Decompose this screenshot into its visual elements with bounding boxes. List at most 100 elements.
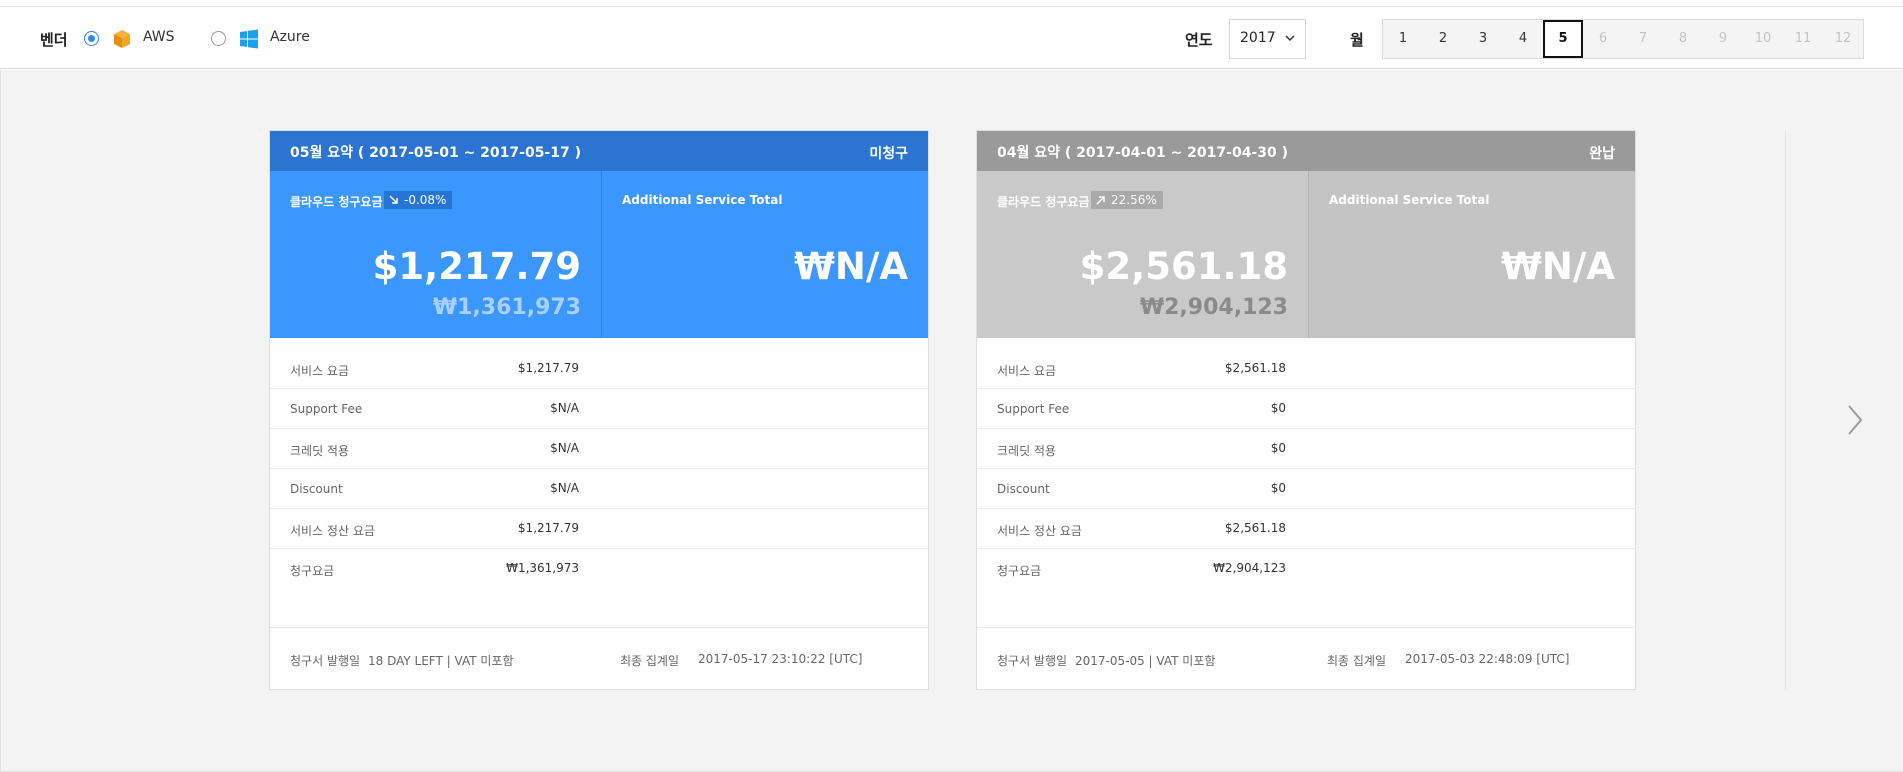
- trend-up-arrow-icon: [1096, 196, 1105, 205]
- card-footer: 청구서 발행일 2017-05-05 | VAT 미포함 최종 집계일 2017…: [977, 627, 1635, 689]
- trend-value: 22.56%: [1111, 193, 1157, 207]
- trend-value: -0.08%: [404, 193, 447, 207]
- row-label: 서비스 요금: [997, 364, 1057, 378]
- row-label: Discount: [997, 482, 1050, 496]
- row-value: $N/A: [550, 481, 579, 495]
- windows-icon: [240, 29, 258, 49]
- month-selector: 1 2 3 4 5 6 7 8 9 10 11 12: [1382, 19, 1864, 59]
- row-value: $N/A: [550, 441, 579, 455]
- list-item: 크레딧 적용 $N/A: [270, 429, 928, 469]
- row-value: $0: [1270, 481, 1286, 495]
- aws-box-icon: [114, 30, 130, 48]
- row-label: Discount: [290, 482, 343, 496]
- issue-date-value: 2017-05-05 | VAT 미포함: [1075, 654, 1216, 668]
- issue-date-label: 청구서 발행일: [290, 654, 361, 668]
- vendor-radio-aws[interactable]: [84, 31, 99, 46]
- top-border: [0, 0, 1903, 7]
- list-item: 청구요금 ₩2,904,123: [977, 549, 1635, 589]
- list-item: 서비스 정산 요금 $1,217.79: [270, 509, 928, 549]
- card-hero: 클라우드 청구요금 22.56% $2,561.18 ₩2,904,123 Ad…: [977, 171, 1635, 338]
- row-label: 청구요금: [997, 564, 1042, 578]
- month-2[interactable]: 2: [1423, 20, 1463, 58]
- list-item: Discount $0: [977, 469, 1635, 509]
- additional-service-value: ₩N/A: [794, 245, 908, 288]
- trend-badge: -0.08%: [384, 191, 453, 209]
- additional-service-value: ₩N/A: [1501, 245, 1615, 288]
- list-item: 서비스 정산 요금 $2,561.18: [977, 509, 1635, 549]
- row-label: 서비스 정산 요금: [290, 524, 375, 538]
- issue-date-label: 청구서 발행일: [997, 654, 1068, 668]
- month-6: 6: [1598, 31, 1608, 46]
- cloud-billing-caption: 클라우드 청구요금: [290, 195, 383, 209]
- row-label: Support Fee: [997, 402, 1070, 416]
- month-10: 10: [1754, 31, 1772, 46]
- content-area: 05월 요약 ( 2017-05-01 ~ 2017-05-17 ) 미청구 클…: [0, 70, 1903, 772]
- trend-badge: 22.56%: [1091, 191, 1163, 209]
- row-value: $1,217.79: [517, 521, 579, 535]
- list-item: Discount $N/A: [270, 469, 928, 509]
- month-4[interactable]: 4: [1503, 20, 1543, 58]
- amount-usd: $2,561.18: [1079, 245, 1288, 288]
- chevron-down-icon: [1285, 35, 1295, 42]
- additional-service-caption: Additional Service Total: [622, 193, 783, 207]
- month-label: 월: [1350, 31, 1364, 49]
- amount-krw: ₩2,904,123: [1139, 295, 1288, 320]
- month-8: 8: [1678, 31, 1688, 46]
- cloud-billing-panel: 클라우드 청구요금 22.56% $2,561.18 ₩2,904,123: [977, 171, 1308, 338]
- additional-service-panel: Additional Service Total ₩N/A: [601, 171, 928, 338]
- amount-usd: $1,217.79: [372, 245, 581, 288]
- final-aggregation-value: 2017-05-17 23:10:22 [UTC]: [698, 652, 863, 666]
- row-value: $2,561.18: [1224, 361, 1286, 375]
- status-badge: 완납: [1589, 146, 1615, 162]
- summary-card-may: 05월 요약 ( 2017-05-01 ~ 2017-05-17 ) 미청구 클…: [269, 130, 929, 690]
- summary-card-april: 04월 요약 ( 2017-04-01 ~ 2017-04-30 ) 완납 클라…: [976, 130, 1636, 690]
- row-label: 서비스 정산 요금: [997, 524, 1082, 538]
- month-3[interactable]: 3: [1463, 20, 1503, 58]
- cloud-billing-panel: 클라우드 청구요금 -0.08% $1,217.79 ₩1,361,973: [270, 171, 601, 338]
- cloud-billing-caption: 클라우드 청구요금: [997, 195, 1090, 209]
- filter-bar: 벤더 AWS Azure 연도 2017 월 1 2 3 4 5 6 7 8 9…: [0, 7, 1903, 69]
- list-item: 청구요금 ₩1,361,973: [270, 549, 928, 589]
- vendor-option-azure[interactable]: Azure: [270, 29, 310, 45]
- row-label: 크레딧 적용: [290, 444, 350, 458]
- card-header: 04월 요약 ( 2017-04-01 ~ 2017-04-30 ) 완납: [977, 131, 1635, 171]
- card-header: 05월 요약 ( 2017-05-01 ~ 2017-05-17 ) 미청구: [270, 131, 928, 171]
- month-11: 11: [1794, 31, 1812, 46]
- row-label: 서비스 요금: [290, 364, 350, 378]
- carousel-divider: [1785, 130, 1786, 690]
- row-value: $0: [1270, 401, 1286, 415]
- chevron-right-icon[interactable]: [1845, 402, 1865, 438]
- vendor-radio-azure[interactable]: [211, 31, 226, 46]
- fee-list: 서비스 요금 $2,561.18 Support Fee $0 크레딧 적용 $0 D…: [977, 349, 1635, 589]
- month-1[interactable]: 1: [1383, 20, 1423, 58]
- status-badge: 미청구: [869, 146, 908, 162]
- amount-krw: ₩1,361,973: [432, 295, 581, 320]
- card-hero: 클라우드 청구요금 -0.08% $1,217.79 ₩1,361,973 Ad…: [270, 171, 928, 338]
- trend-down-arrow-icon: [389, 195, 398, 204]
- row-value: $0: [1270, 441, 1286, 455]
- additional-service-caption: Additional Service Total: [1329, 193, 1490, 207]
- final-aggregation-label: 최종 집계일: [1327, 654, 1387, 668]
- month-5[interactable]: 5: [1543, 20, 1583, 58]
- year-select[interactable]: 2017: [1229, 19, 1306, 59]
- issue-date-value: 18 DAY LEFT | VAT 미포함: [368, 654, 514, 668]
- list-item: 서비스 요금 $1,217.79: [270, 349, 928, 389]
- row-value: $1,217.79: [517, 361, 579, 375]
- additional-service-panel: Additional Service Total ₩N/A: [1308, 171, 1635, 338]
- list-item: Support Fee $N/A: [270, 389, 928, 429]
- row-label: 크레딧 적용: [997, 444, 1057, 458]
- month-12: 12: [1834, 31, 1852, 46]
- row-value: ₩2,904,123: [1213, 561, 1286, 575]
- row-value: ₩1,361,973: [506, 561, 579, 575]
- card-title: 05월 요약 ( 2017-05-01 ~ 2017-05-17 ): [290, 145, 581, 161]
- card-footer: 청구서 발행일 18 DAY LEFT | VAT 미포함 최종 집계일 201…: [270, 627, 928, 689]
- card-title: 04월 요약 ( 2017-04-01 ~ 2017-04-30 ): [997, 145, 1288, 161]
- list-item: 크레딧 적용 $0: [977, 429, 1635, 469]
- row-label: 청구요금: [290, 564, 335, 578]
- fee-list: 서비스 요금 $1,217.79 Support Fee $N/A 크레딧 적용 $N…: [270, 349, 928, 589]
- vendor-option-aws[interactable]: AWS: [143, 29, 175, 45]
- vendor-label: 벤더: [40, 31, 68, 49]
- row-value: $N/A: [550, 401, 579, 415]
- row-label: Support Fee: [290, 402, 363, 416]
- list-item: Support Fee $0: [977, 389, 1635, 429]
